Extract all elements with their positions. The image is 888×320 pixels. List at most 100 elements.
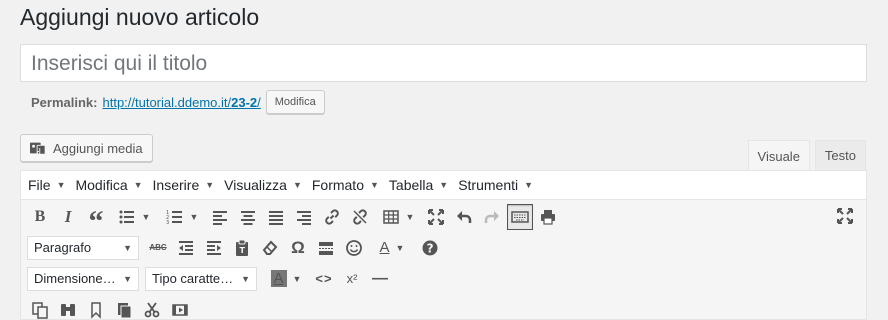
blockquote-button[interactable]: “ xyxy=(83,204,109,236)
paragraph-format-select[interactable]: Paragrafo ▼ xyxy=(27,235,139,260)
unlink-button[interactable] xyxy=(347,204,373,230)
menu-format[interactable]: Formato ▼ xyxy=(307,171,384,200)
numbered-list-button[interactable]: 1 2 3 ▼ xyxy=(159,204,205,230)
add-media-label: Aggiungi media xyxy=(53,140,143,156)
menu-insert[interactable]: Inserire ▼ xyxy=(148,171,220,200)
horizontal-line-button[interactable]: — xyxy=(367,266,393,292)
toolbar-row-3: Dimensione… ▼ Tipo caratte… ▼ A ▼ <> x² — xyxy=(21,263,866,294)
toolbar-toggle-button[interactable] xyxy=(507,203,533,230)
print-button[interactable] xyxy=(535,204,561,230)
menu-file[interactable]: File ▼ xyxy=(23,171,70,200)
chevron-down-icon: ▼ xyxy=(241,273,250,284)
strikethrough-button[interactable]: ABC xyxy=(145,235,171,261)
cut-button[interactable] xyxy=(139,297,165,320)
keyboard-icon xyxy=(511,210,529,223)
menu-edit[interactable]: Modifica ▼ xyxy=(70,171,147,200)
align-left-button[interactable] xyxy=(207,204,233,230)
menu-table[interactable]: Tabella ▼ xyxy=(384,171,453,200)
special-character-button[interactable]: Ω xyxy=(285,235,311,261)
permalink-edit-button[interactable]: Modifica xyxy=(265,90,325,114)
editor-tabs: Visuale Testo xyxy=(747,140,866,171)
font-family-select[interactable]: Tipo caratte… ▼ xyxy=(145,266,257,291)
align-right-button[interactable] xyxy=(291,204,317,230)
chevron-down-icon: ▼ xyxy=(133,180,143,190)
bold-button[interactable]: B xyxy=(27,204,53,230)
editor-menubar: File ▼ Modifica ▼ Inserire ▼ Visualizza ▼ Fo… xyxy=(21,171,866,200)
permalink-bar: Permalink: http://tutorial.ddemo.it/23-2… xyxy=(31,90,325,114)
tab-visual[interactable]: Visuale xyxy=(747,140,810,171)
binoculars-icon xyxy=(61,303,75,316)
menu-tools[interactable]: Strumenti ▼ xyxy=(453,171,538,200)
print-icon xyxy=(541,209,555,225)
chevron-down-icon: ▼ xyxy=(123,242,132,253)
link-icon xyxy=(325,208,339,225)
align-center-button[interactable] xyxy=(235,204,261,230)
copy-icon xyxy=(32,301,48,319)
tab-text[interactable]: Testo xyxy=(814,140,866,170)
undo-button[interactable] xyxy=(451,204,477,230)
bullet-list-icon xyxy=(119,210,134,223)
superscript-button[interactable]: x² xyxy=(339,266,365,292)
bullet-list-button[interactable]: ▼ xyxy=(111,204,157,230)
chevron-down-icon: ▼ xyxy=(56,180,66,190)
help-button[interactable]: ? xyxy=(417,235,443,261)
code-button[interactable]: <> xyxy=(311,266,337,292)
numbered-list-icon: 123 xyxy=(166,210,182,226)
read-more-button[interactable] xyxy=(313,235,339,261)
align-center-icon xyxy=(241,210,255,225)
redo-icon xyxy=(484,210,499,223)
permalink-link[interactable]: http://tutorial.ddemo.it/23-2/ xyxy=(102,95,260,110)
bookmark-icon xyxy=(91,301,101,319)
chevron-down-icon: ▼ xyxy=(292,180,302,190)
add-media-button[interactable]: Aggiungi media xyxy=(20,134,153,162)
copy-button[interactable] xyxy=(27,297,53,320)
media-embed-button[interactable] xyxy=(167,297,193,320)
fullscreen-button[interactable] xyxy=(423,204,449,230)
table-button[interactable]: ▼ xyxy=(375,204,421,230)
chevron-down-icon: ▼ xyxy=(439,180,449,190)
post-title-input[interactable]: Inserisci qui il titolo xyxy=(20,44,867,82)
clear-formatting-button[interactable] xyxy=(257,235,283,261)
media-icon xyxy=(29,140,47,156)
chevron-down-icon: ▼ xyxy=(369,180,379,190)
svg-text:T: T xyxy=(240,246,246,255)
expand-icon xyxy=(428,208,444,225)
menu-view[interactable]: Visualizza ▼ xyxy=(219,171,307,200)
paste-as-text-button[interactable]: T xyxy=(229,235,255,261)
svg-text:?: ? xyxy=(427,241,434,255)
toolbar-row-2: Paragrafo ▼ ABC T Ω A ▼ ? xyxy=(21,232,866,263)
indent-button[interactable] xyxy=(201,235,227,261)
unlink-icon xyxy=(353,208,367,225)
align-justify-button[interactable] xyxy=(263,204,289,230)
align-justify-icon xyxy=(269,210,283,225)
undo-icon xyxy=(457,210,472,223)
insert-link-button[interactable] xyxy=(319,204,345,230)
indent-icon xyxy=(207,240,221,255)
editor-container: File ▼ Modifica ▼ Inserire ▼ Visualizza ▼ Fo… xyxy=(20,170,867,320)
outdent-button[interactable] xyxy=(173,235,199,261)
toolbar-row-1: B I “ ▼ 1 2 3 ▼ ▼ xyxy=(21,201,866,236)
duplicate-icon xyxy=(118,302,132,318)
clipboard-icon: T xyxy=(236,239,248,256)
film-icon xyxy=(172,303,188,316)
distraction-free-icon xyxy=(837,208,853,224)
outdent-icon xyxy=(179,240,193,255)
redo-button[interactable] xyxy=(479,204,505,230)
align-right-icon xyxy=(297,210,311,225)
italic-button[interactable]: I xyxy=(55,204,81,230)
find-replace-button[interactable] xyxy=(55,297,81,320)
background-color-button[interactable]: A ▼ xyxy=(263,266,309,292)
table-icon xyxy=(382,209,399,224)
emoticons-button[interactable] xyxy=(341,235,367,261)
bookmark-button[interactable] xyxy=(83,297,109,320)
edit-post-page: Aggiungi nuovo articolo Inserisci qui il… xyxy=(0,0,888,320)
font-size-select[interactable]: Dimensione… ▼ xyxy=(27,266,139,291)
text-color-button[interactable]: A ▼ xyxy=(369,235,415,261)
eraser-icon xyxy=(262,240,278,255)
page-title: Aggiungi nuovo articolo xyxy=(20,4,260,30)
svg-text:3: 3 xyxy=(166,220,169,226)
chevron-down-icon: ▼ xyxy=(524,180,534,190)
distraction-free-button[interactable] xyxy=(832,203,858,229)
permalink-label: Permalink: xyxy=(31,94,98,110)
duplicate-button[interactable] xyxy=(111,297,137,320)
